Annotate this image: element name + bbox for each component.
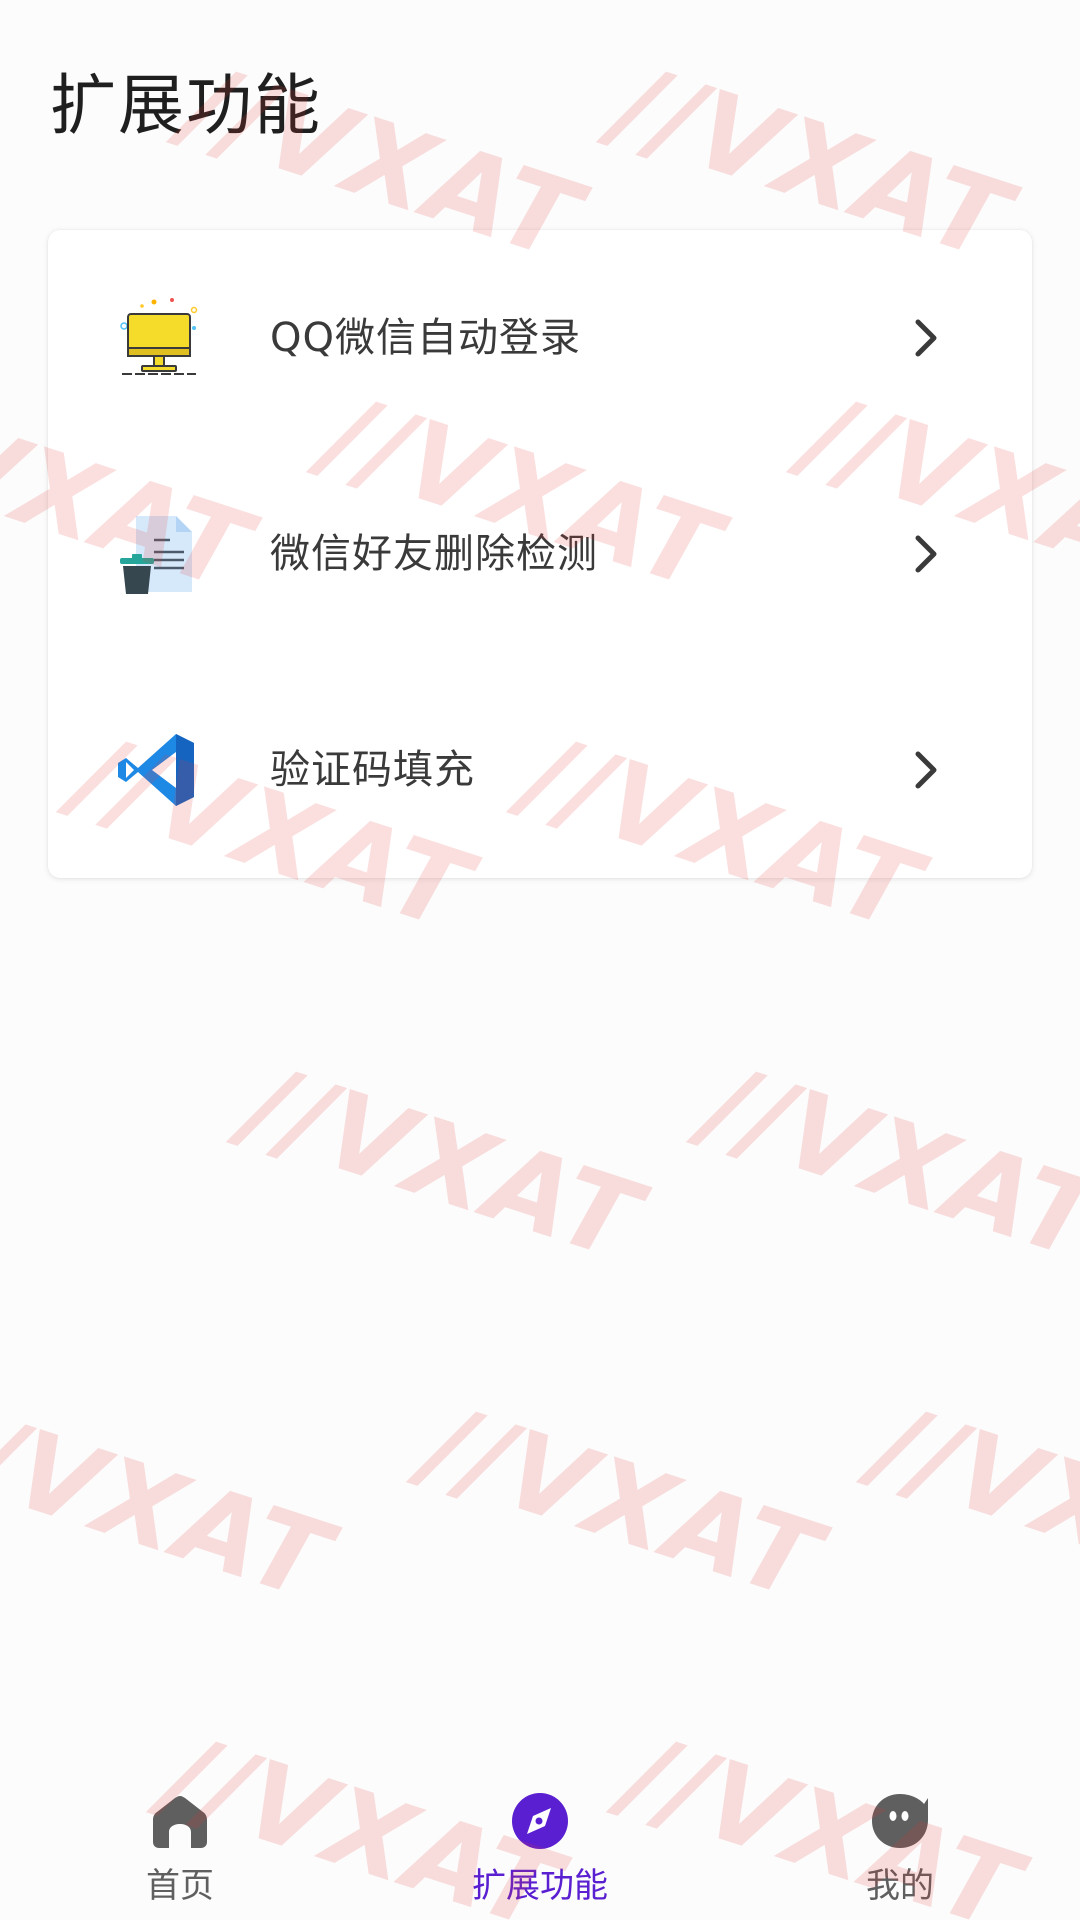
watermark: //VXAT [860, 1381, 1080, 1626]
feature-item-friend-check[interactable]: 微信好友删除检测 [48, 446, 1032, 662]
screen: 扩展功能 QQ微信自动登录 微信好友删除检测 验证码填充 首页 扩展功能 我的 … [0, 0, 1080, 1920]
feature-list-card: QQ微信自动登录 微信好友删除检测 验证码填充 [48, 230, 1032, 878]
page-title: 扩展功能 [50, 67, 322, 144]
feature-item-label: 微信好友删除检测 [270, 531, 598, 577]
watermark: //VXAT [230, 1041, 655, 1286]
feature-item-label: 验证码填充 [270, 747, 475, 793]
watermark: //VXAT [690, 1041, 1080, 1286]
document-trash-icon [120, 516, 192, 594]
nav-label: 扩展功能 [472, 1866, 608, 1906]
nav-tab-extensions[interactable]: 扩展功能 [360, 1764, 720, 1920]
chevron-right-icon [915, 751, 937, 789]
chevron-right-icon [915, 535, 937, 573]
nav-tab-profile[interactable]: 我的 [720, 1764, 1080, 1920]
feature-item-label: QQ微信自动登录 [270, 315, 581, 361]
feature-item-captcha-fill[interactable]: 验证码填充 [48, 662, 1032, 878]
nav-label: 我的 [866, 1866, 934, 1906]
nav-label: 首页 [146, 1866, 214, 1906]
bottom-nav: 首页 扩展功能 我的 [0, 1764, 1080, 1920]
nav-tab-home[interactable]: 首页 [0, 1764, 360, 1920]
code-editor-icon [118, 734, 194, 806]
home-icon [153, 1796, 207, 1848]
monitor-icon [120, 298, 198, 375]
feature-item-auto-login[interactable]: QQ微信自动登录 [48, 230, 1032, 446]
compass-icon [512, 1793, 568, 1849]
profile-face-icon [872, 1794, 928, 1848]
chevron-right-icon [915, 319, 937, 357]
watermark: //VXAT [0, 1381, 345, 1626]
watermark: //VXAT [410, 1381, 835, 1626]
